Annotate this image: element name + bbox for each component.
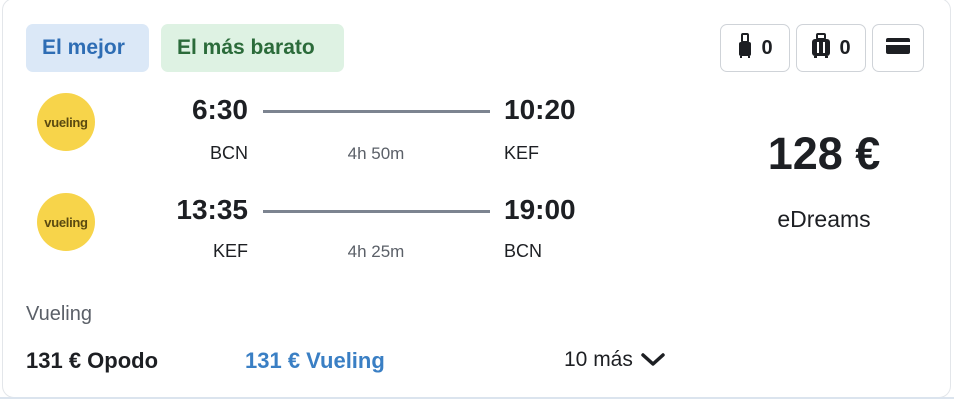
provider-name: eDreams bbox=[777, 206, 871, 232]
carry-on-bag-button[interactable]: 0 bbox=[720, 24, 790, 72]
departure-time: 6:30 bbox=[191, 94, 248, 125]
arrival-time: 19:00 bbox=[504, 194, 576, 225]
flight-duration: 4h 50m bbox=[347, 144, 405, 163]
checked-bag-count: 0 bbox=[839, 36, 851, 59]
price[interactable]: 128 € bbox=[724, 128, 924, 180]
payment-card-button[interactable] bbox=[872, 24, 924, 72]
checked-bag-icon bbox=[811, 32, 831, 64]
best-badge: El mejor bbox=[26, 24, 149, 72]
more-deals-button[interactable]: 10 más bbox=[564, 348, 665, 372]
departure-airport: KEF bbox=[212, 241, 248, 261]
checked-bag-button[interactable]: 0 bbox=[796, 24, 866, 72]
deal-link-vueling[interactable]: 131 € Vueling bbox=[245, 348, 385, 374]
flight-line bbox=[263, 110, 490, 113]
arrival-time: 10:20 bbox=[504, 94, 576, 125]
chevron-down-icon bbox=[641, 353, 665, 366]
airline-name: Vueling bbox=[26, 303, 92, 325]
arrival-airport: KEF bbox=[504, 143, 540, 163]
credit-card-icon bbox=[885, 37, 911, 60]
cheapest-badge: El más barato bbox=[161, 24, 344, 72]
card-divider bbox=[0, 397, 954, 399]
deal-link-opodo[interactable]: 131 € Opodo bbox=[26, 348, 158, 374]
carry-on-bag-icon bbox=[737, 32, 753, 64]
arrival-airport: BCN bbox=[504, 241, 543, 261]
flight-duration: 4h 25m bbox=[347, 242, 405, 261]
flight-line bbox=[263, 210, 490, 213]
more-deals-label: 10 más bbox=[564, 348, 633, 371]
departure-time: 13:35 bbox=[176, 194, 248, 225]
departure-airport: BCN bbox=[209, 143, 248, 163]
carry-on-count: 0 bbox=[761, 36, 773, 59]
